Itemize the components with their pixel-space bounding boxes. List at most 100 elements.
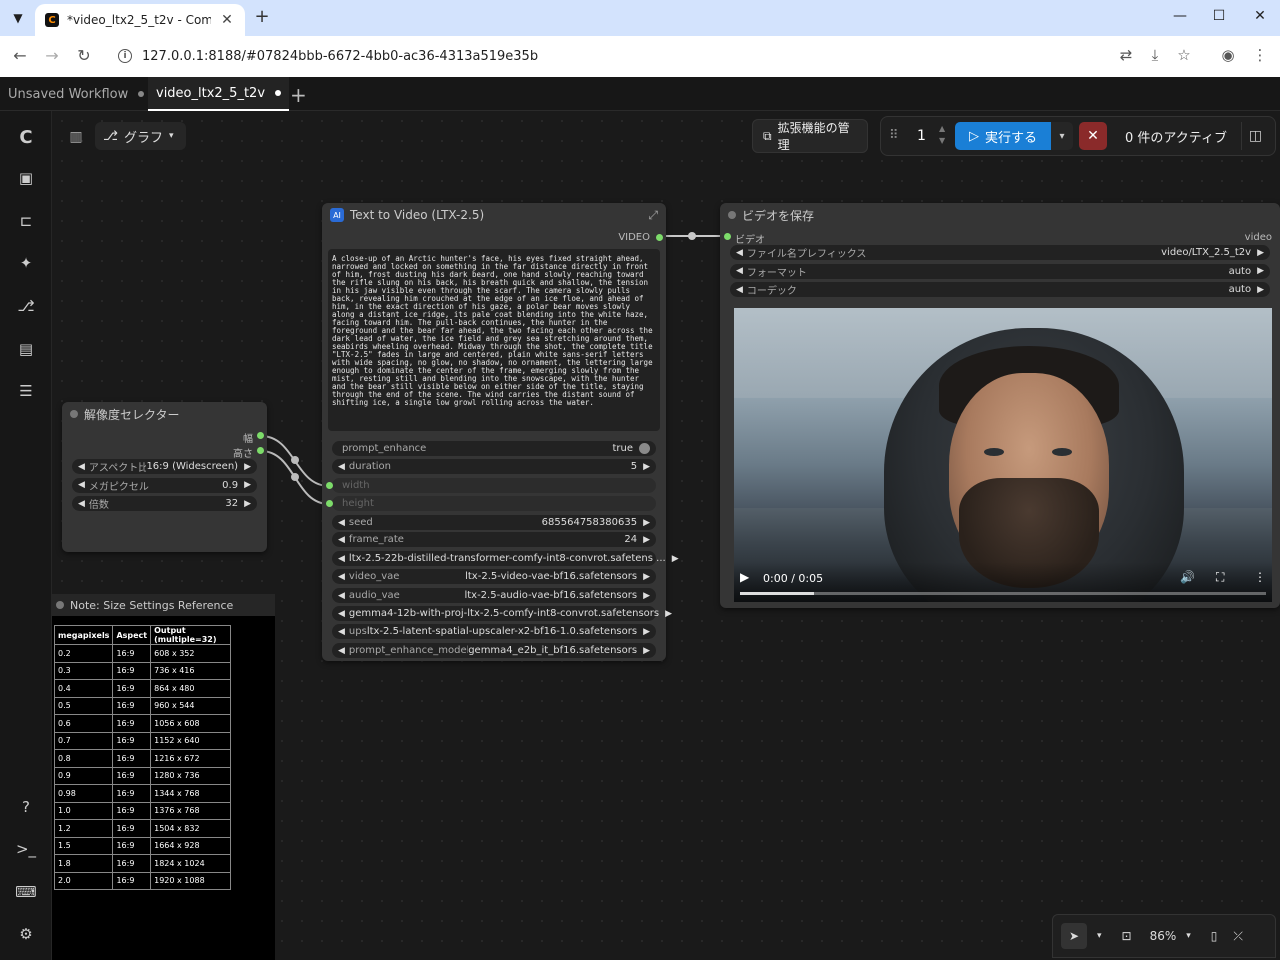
increment-arrow-icon[interactable]: ▶ xyxy=(1257,285,1264,295)
increment-arrow-icon[interactable]: ▶ xyxy=(1257,266,1264,276)
table-cell: 1920 x 1088 xyxy=(150,871,232,890)
decrement-arrow-icon[interactable]: ◀ xyxy=(338,572,345,582)
increment-arrow-icon[interactable]: ▶ xyxy=(672,554,679,564)
widget-save-1[interactable]: ◀ フォーマット auto ▶ xyxy=(730,263,1270,279)
table-cell: 16:9 xyxy=(112,871,152,890)
select-pointer-icon[interactable]: ➤ xyxy=(1061,923,1087,949)
increment-arrow-icon[interactable]: ▶ xyxy=(665,609,672,619)
table-cell: 864 x 480 xyxy=(150,679,232,698)
video-menu-icon[interactable]: ⋮ xyxy=(1254,570,1266,584)
widget-audio-vae[interactable]: ◀ audio_vae ltx-2.5-audio-vae-bf16.safeten… xyxy=(332,588,656,603)
widget-value: ltx-2.5-latent-spatial-upscaler-x2-bf16-… xyxy=(366,626,638,637)
volume-icon[interactable]: 🔊 xyxy=(1180,570,1195,584)
table-cell: 16:9 xyxy=(112,714,152,733)
collapse-dot-icon[interactable] xyxy=(56,601,64,609)
increment-arrow-icon[interactable]: ▶ xyxy=(244,462,251,472)
increment-arrow-icon[interactable]: ▶ xyxy=(643,591,650,601)
fullscreen-icon[interactable]: ⛶ xyxy=(1216,570,1224,585)
decrement-arrow-icon[interactable]: ◀ xyxy=(338,554,345,564)
increment-arrow-icon[interactable]: ▶ xyxy=(643,646,650,656)
widget-save-2[interactable]: ◀ コーデック auto ▶ xyxy=(730,282,1270,297)
widget-save-0[interactable]: ◀ ファイル名プレフィックス video/LTX_2.5_t2v ▶ xyxy=(730,245,1270,260)
expand-icon[interactable]: ⤢ xyxy=(648,208,658,223)
width-output-slot[interactable] xyxy=(257,432,264,439)
chevron-down-icon[interactable]: ▾ xyxy=(1186,931,1191,941)
decrement-arrow-icon[interactable]: ◀ xyxy=(338,591,345,601)
widget-height[interactable]: height xyxy=(332,496,656,511)
increment-arrow-icon[interactable]: ▶ xyxy=(643,535,650,545)
decrement-arrow-icon[interactable]: ◀ xyxy=(338,627,345,637)
widget-res-1[interactable]: ◀ メガピクセル 0.9 ▶ xyxy=(72,477,257,493)
widget-prompt-enhance[interactable]: prompt_enhance true xyxy=(332,441,656,456)
text-to-video-node[interactable]: AI Text to Video (LTX-2.5) ⤢ VIDEO A clo… xyxy=(322,203,679,661)
collapse-dot-icon[interactable] xyxy=(70,410,78,418)
video-player[interactable]: ▶ 0:00 / 0:05 🔊 ⛶ ⋮ xyxy=(734,308,1272,602)
collapse-dot-icon[interactable] xyxy=(728,211,736,219)
widget-value: ltx-2.5-22b-distilled-transformer-comfy-… xyxy=(348,553,666,564)
table-cell: 608 x 352 xyxy=(150,644,232,663)
minimap-icon[interactable]: ▯ xyxy=(1211,929,1218,943)
widget-res-0[interactable]: ◀ アスペクト比 16:9 (Widescreen) ▶ xyxy=(72,459,257,474)
table-cell: 16:9 xyxy=(112,661,152,680)
increment-arrow-icon[interactable]: ▶ xyxy=(643,627,650,637)
increment-arrow-icon[interactable]: ▶ xyxy=(244,480,251,490)
widget-width[interactable]: width xyxy=(332,478,656,493)
video-progress-bar[interactable] xyxy=(740,592,1266,595)
size-reference-note[interactable]: Note: Size Settings Reference megapixels… xyxy=(52,594,275,960)
widget-frame-rate[interactable]: ◀ frame_rate 24 ▶ xyxy=(332,532,656,547)
widget-duration[interactable]: ◀ duration 5 ▶ xyxy=(332,459,656,474)
widget-value: 5 xyxy=(630,461,638,472)
fit-view-icon[interactable]: ⊡ xyxy=(1122,929,1132,943)
decrement-arrow-icon[interactable]: ◀ xyxy=(338,646,345,656)
height-input-slot[interactable] xyxy=(326,500,333,507)
widget-value: true xyxy=(612,443,633,454)
prompt-textarea[interactable]: A close-up of an Arctic hunter's face, h… xyxy=(328,249,660,431)
zoom-level[interactable]: 86% xyxy=(1150,929,1177,943)
increment-arrow-icon[interactable]: ▶ xyxy=(643,518,650,528)
decrement-arrow-icon[interactable]: ◀ xyxy=(338,462,345,472)
node-title: Note: Size Settings Reference xyxy=(70,598,234,612)
video-output-slot[interactable] xyxy=(656,234,663,241)
widget-video-vae[interactable]: ◀ video_vae ltx-2.5-video-vae-bf16.safeten… xyxy=(332,569,656,584)
decrement-arrow-icon[interactable]: ◀ xyxy=(736,266,743,276)
widget-seed[interactable]: ◀ seed 685564758380635 ▶ xyxy=(332,515,656,530)
table-cell: 0.3 xyxy=(53,661,114,680)
widget-res-2[interactable]: ◀ 倍数 32 ▶ xyxy=(72,496,257,511)
node-header[interactable]: Note: Size Settings Reference xyxy=(52,594,275,616)
height-output-slot[interactable] xyxy=(257,447,264,454)
decrement-arrow-icon[interactable]: ◀ xyxy=(338,535,345,545)
decrement-arrow-icon[interactable]: ◀ xyxy=(78,480,85,490)
increment-arrow-icon[interactable]: ▶ xyxy=(244,499,251,509)
video-input-slot[interactable] xyxy=(724,233,731,240)
play-icon[interactable]: ▶ xyxy=(740,570,749,584)
resolution-selector-node[interactable]: 解像度セレクター 幅 高さ ◀ アスペクト比 16:9 (Widescreen) ▶ ◀… xyxy=(62,402,267,552)
widget-prompt-enhance-model[interactable]: ◀ prompt_enhance_model gemma4_e2b_it_bf16.… xyxy=(332,643,656,658)
decrement-arrow-icon[interactable]: ◀ xyxy=(736,248,743,258)
chevron-down-icon[interactable]: ▾ xyxy=(1097,931,1102,941)
node-header[interactable]: ビデオを保存 xyxy=(720,203,1280,227)
widget-value: 0.9 xyxy=(222,479,239,491)
decrement-arrow-icon[interactable]: ◀ xyxy=(338,518,345,528)
width-input-slot[interactable] xyxy=(326,482,333,489)
table-cell: 16:9 xyxy=(112,801,152,820)
widget-upscal-[interactable]: ◀upscal ...ltx-2.5-latent-spatial-upscal… xyxy=(332,624,656,639)
widget-model[interactable]: ◀ gemma4-12b-with-proj-ltx-2.5-comfy-int8… xyxy=(332,606,672,621)
decrement-arrow-icon[interactable]: ◀ xyxy=(338,609,345,619)
table-row: 1.8 16:9 1824 x 1024 xyxy=(53,854,232,873)
hide-links-icon[interactable]: ⤫ xyxy=(1233,929,1243,944)
table-cell: 1824 x 1024 xyxy=(150,854,232,873)
increment-arrow-icon[interactable]: ▶ xyxy=(643,462,650,472)
widget-label: duration xyxy=(348,461,392,472)
increment-arrow-icon[interactable]: ▶ xyxy=(643,572,650,582)
table-header: megapixels xyxy=(53,625,114,645)
node-header[interactable]: AI Text to Video (LTX-2.5) ⤢ xyxy=(322,203,666,227)
table-row: 0.8 16:9 1216 x 672 xyxy=(53,749,232,768)
node-header[interactable]: 解像度セレクター xyxy=(62,402,267,426)
decrement-arrow-icon[interactable]: ◀ xyxy=(78,462,85,472)
toggle-icon[interactable] xyxy=(639,443,650,454)
decrement-arrow-icon[interactable]: ◀ xyxy=(736,285,743,295)
table-row: 0.4 16:9 864 x 480 xyxy=(53,679,232,698)
widget-model[interactable]: ◀ ltx-2.5-22b-distilled-transformer-comfy… xyxy=(332,551,679,566)
decrement-arrow-icon[interactable]: ◀ xyxy=(78,499,85,509)
increment-arrow-icon[interactable]: ▶ xyxy=(1257,248,1264,258)
